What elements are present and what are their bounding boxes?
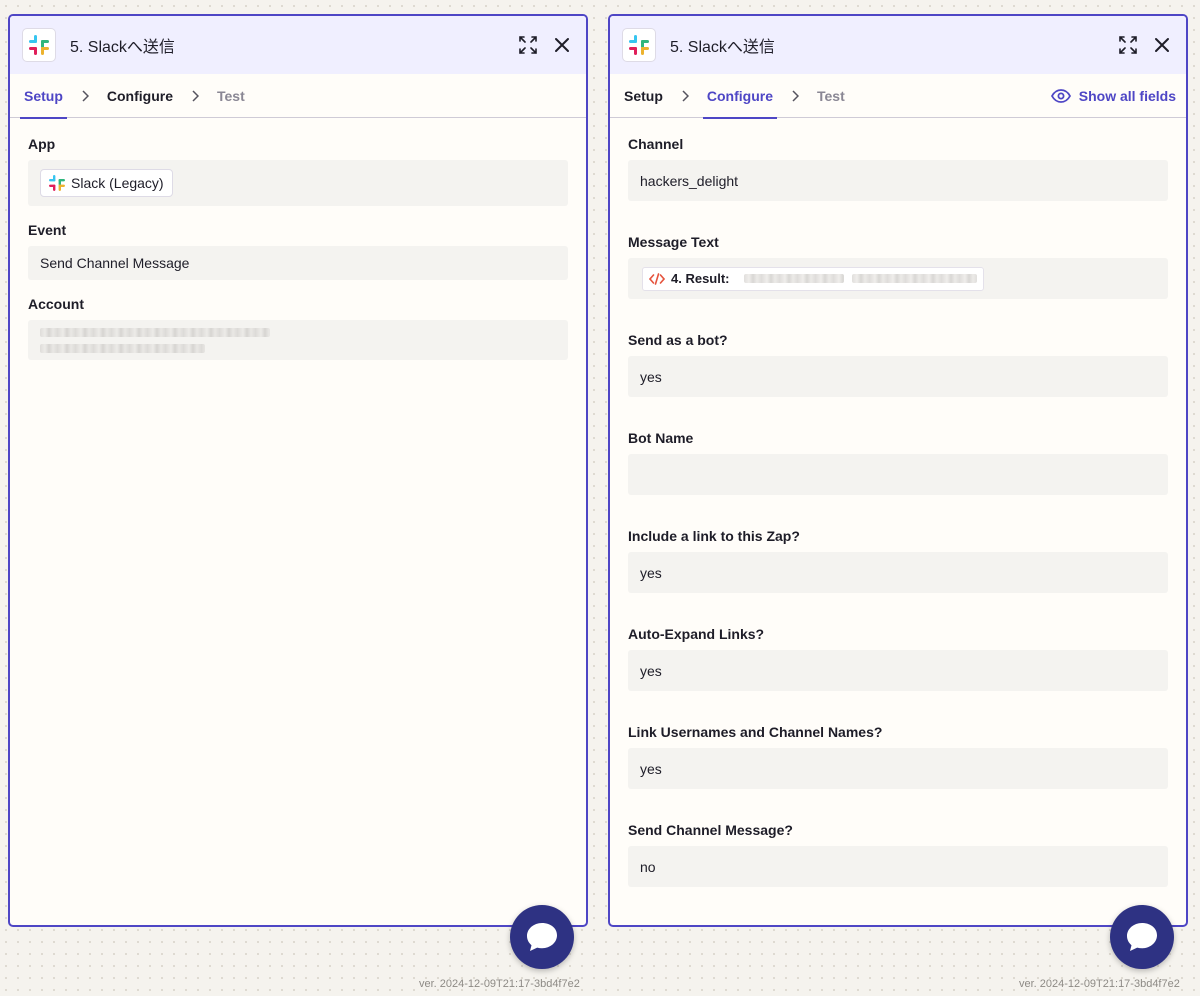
channel-input[interactable]: hackers_delight [628, 160, 1168, 201]
step-tabs: Setup Configure Test Show all fields [610, 74, 1186, 119]
mapped-value-redacted [743, 274, 844, 283]
app-chip[interactable]: Slack (Legacy) [40, 169, 173, 197]
event-label: Event [28, 222, 67, 238]
eye-icon [1050, 89, 1071, 103]
channel-label: Channel [628, 136, 684, 152]
tab-setup[interactable]: Setup [20, 74, 67, 119]
chat-bubble-icon [527, 923, 557, 951]
slack-icon [49, 175, 65, 191]
panel-header: 5. Slackへ送信 [10, 16, 586, 74]
chevron-right-icon [791, 89, 799, 102]
message-text-label: Message Text [628, 234, 719, 250]
include-link-value: yes [640, 564, 662, 581]
send-as-bot-label: Send as a bot? [628, 332, 728, 348]
message-text-input[interactable]: 4. Result: [628, 258, 1168, 299]
chevron-right-icon [81, 89, 89, 102]
tab-configure[interactable]: Configure [107, 74, 173, 118]
step-tabs: Setup Configure Test [10, 74, 586, 119]
app-selector[interactable]: Slack (Legacy) [28, 160, 568, 206]
panel-header: 5. Slackへ送信 [610, 16, 1186, 74]
close-icon[interactable] [552, 35, 572, 55]
account-label: Account [28, 296, 84, 312]
account-selector[interactable] [28, 320, 568, 360]
account-detail-redacted [40, 343, 205, 353]
mapped-field-pill[interactable]: 4. Result: [642, 266, 984, 291]
version-label: ver. 2024-12-09T21:17-3bd4f7e2 [419, 978, 580, 990]
chevron-right-icon [191, 89, 199, 102]
send-channel-message-value: no [640, 858, 656, 875]
slack-icon [22, 28, 56, 62]
panel-title: 5. Slackへ送信 [670, 39, 775, 56]
event-selector[interactable]: Send Channel Message [28, 246, 568, 280]
tab-configure[interactable]: Configure [702, 74, 778, 119]
chat-bubble-icon [1127, 923, 1157, 951]
auto-expand-label: Auto-Expand Links? [628, 626, 765, 642]
event-value: Send Channel Message [40, 255, 190, 271]
link-usernames-select[interactable]: yes [628, 748, 1168, 789]
auto-expand-select[interactable]: yes [628, 650, 1168, 691]
channel-value: hackers_delight [640, 172, 739, 189]
panel-title: 5. Slackへ送信 [70, 39, 175, 56]
send-channel-message-select[interactable]: no [628, 846, 1168, 887]
send-channel-message-label: Send Channel Message? [628, 822, 793, 838]
expand-icon[interactable] [518, 35, 538, 55]
auto-expand-value: yes [640, 662, 662, 679]
expand-icon[interactable] [1118, 35, 1138, 55]
setup-panel: 5. Slackへ送信 Setup Configure Test App Sla… [8, 14, 588, 927]
tab-test[interactable]: Test [217, 74, 245, 118]
chat-button[interactable] [510, 905, 574, 969]
tab-setup[interactable]: Setup [624, 74, 663, 118]
account-name-redacted [40, 327, 270, 337]
send-as-bot-select[interactable]: yes [628, 356, 1168, 397]
code-icon [649, 272, 665, 285]
configure-panel: 5. Slackへ送信 Setup Configure Test Show al… [608, 14, 1188, 927]
close-icon[interactable] [1152, 35, 1172, 55]
include-link-select[interactable]: yes [628, 552, 1168, 593]
slack-icon [622, 28, 656, 62]
mapped-value-redacted [851, 274, 977, 283]
show-all-fields-button[interactable]: Show all fields [1050, 74, 1176, 118]
chevron-right-icon [681, 89, 689, 102]
version-label: ver. 2024-12-09T21:17-3bd4f7e2 [1019, 978, 1180, 990]
include-link-label: Include a link to this Zap? [628, 528, 800, 544]
chat-button[interactable] [1110, 905, 1174, 969]
send-as-bot-value: yes [640, 368, 662, 385]
link-usernames-value: yes [640, 760, 662, 777]
bot-name-label: Bot Name [628, 430, 694, 446]
link-usernames-label: Link Usernames and Channel Names? [628, 724, 883, 740]
app-label: App [28, 136, 56, 152]
bot-name-input[interactable] [628, 454, 1168, 495]
tab-test[interactable]: Test [817, 74, 845, 118]
